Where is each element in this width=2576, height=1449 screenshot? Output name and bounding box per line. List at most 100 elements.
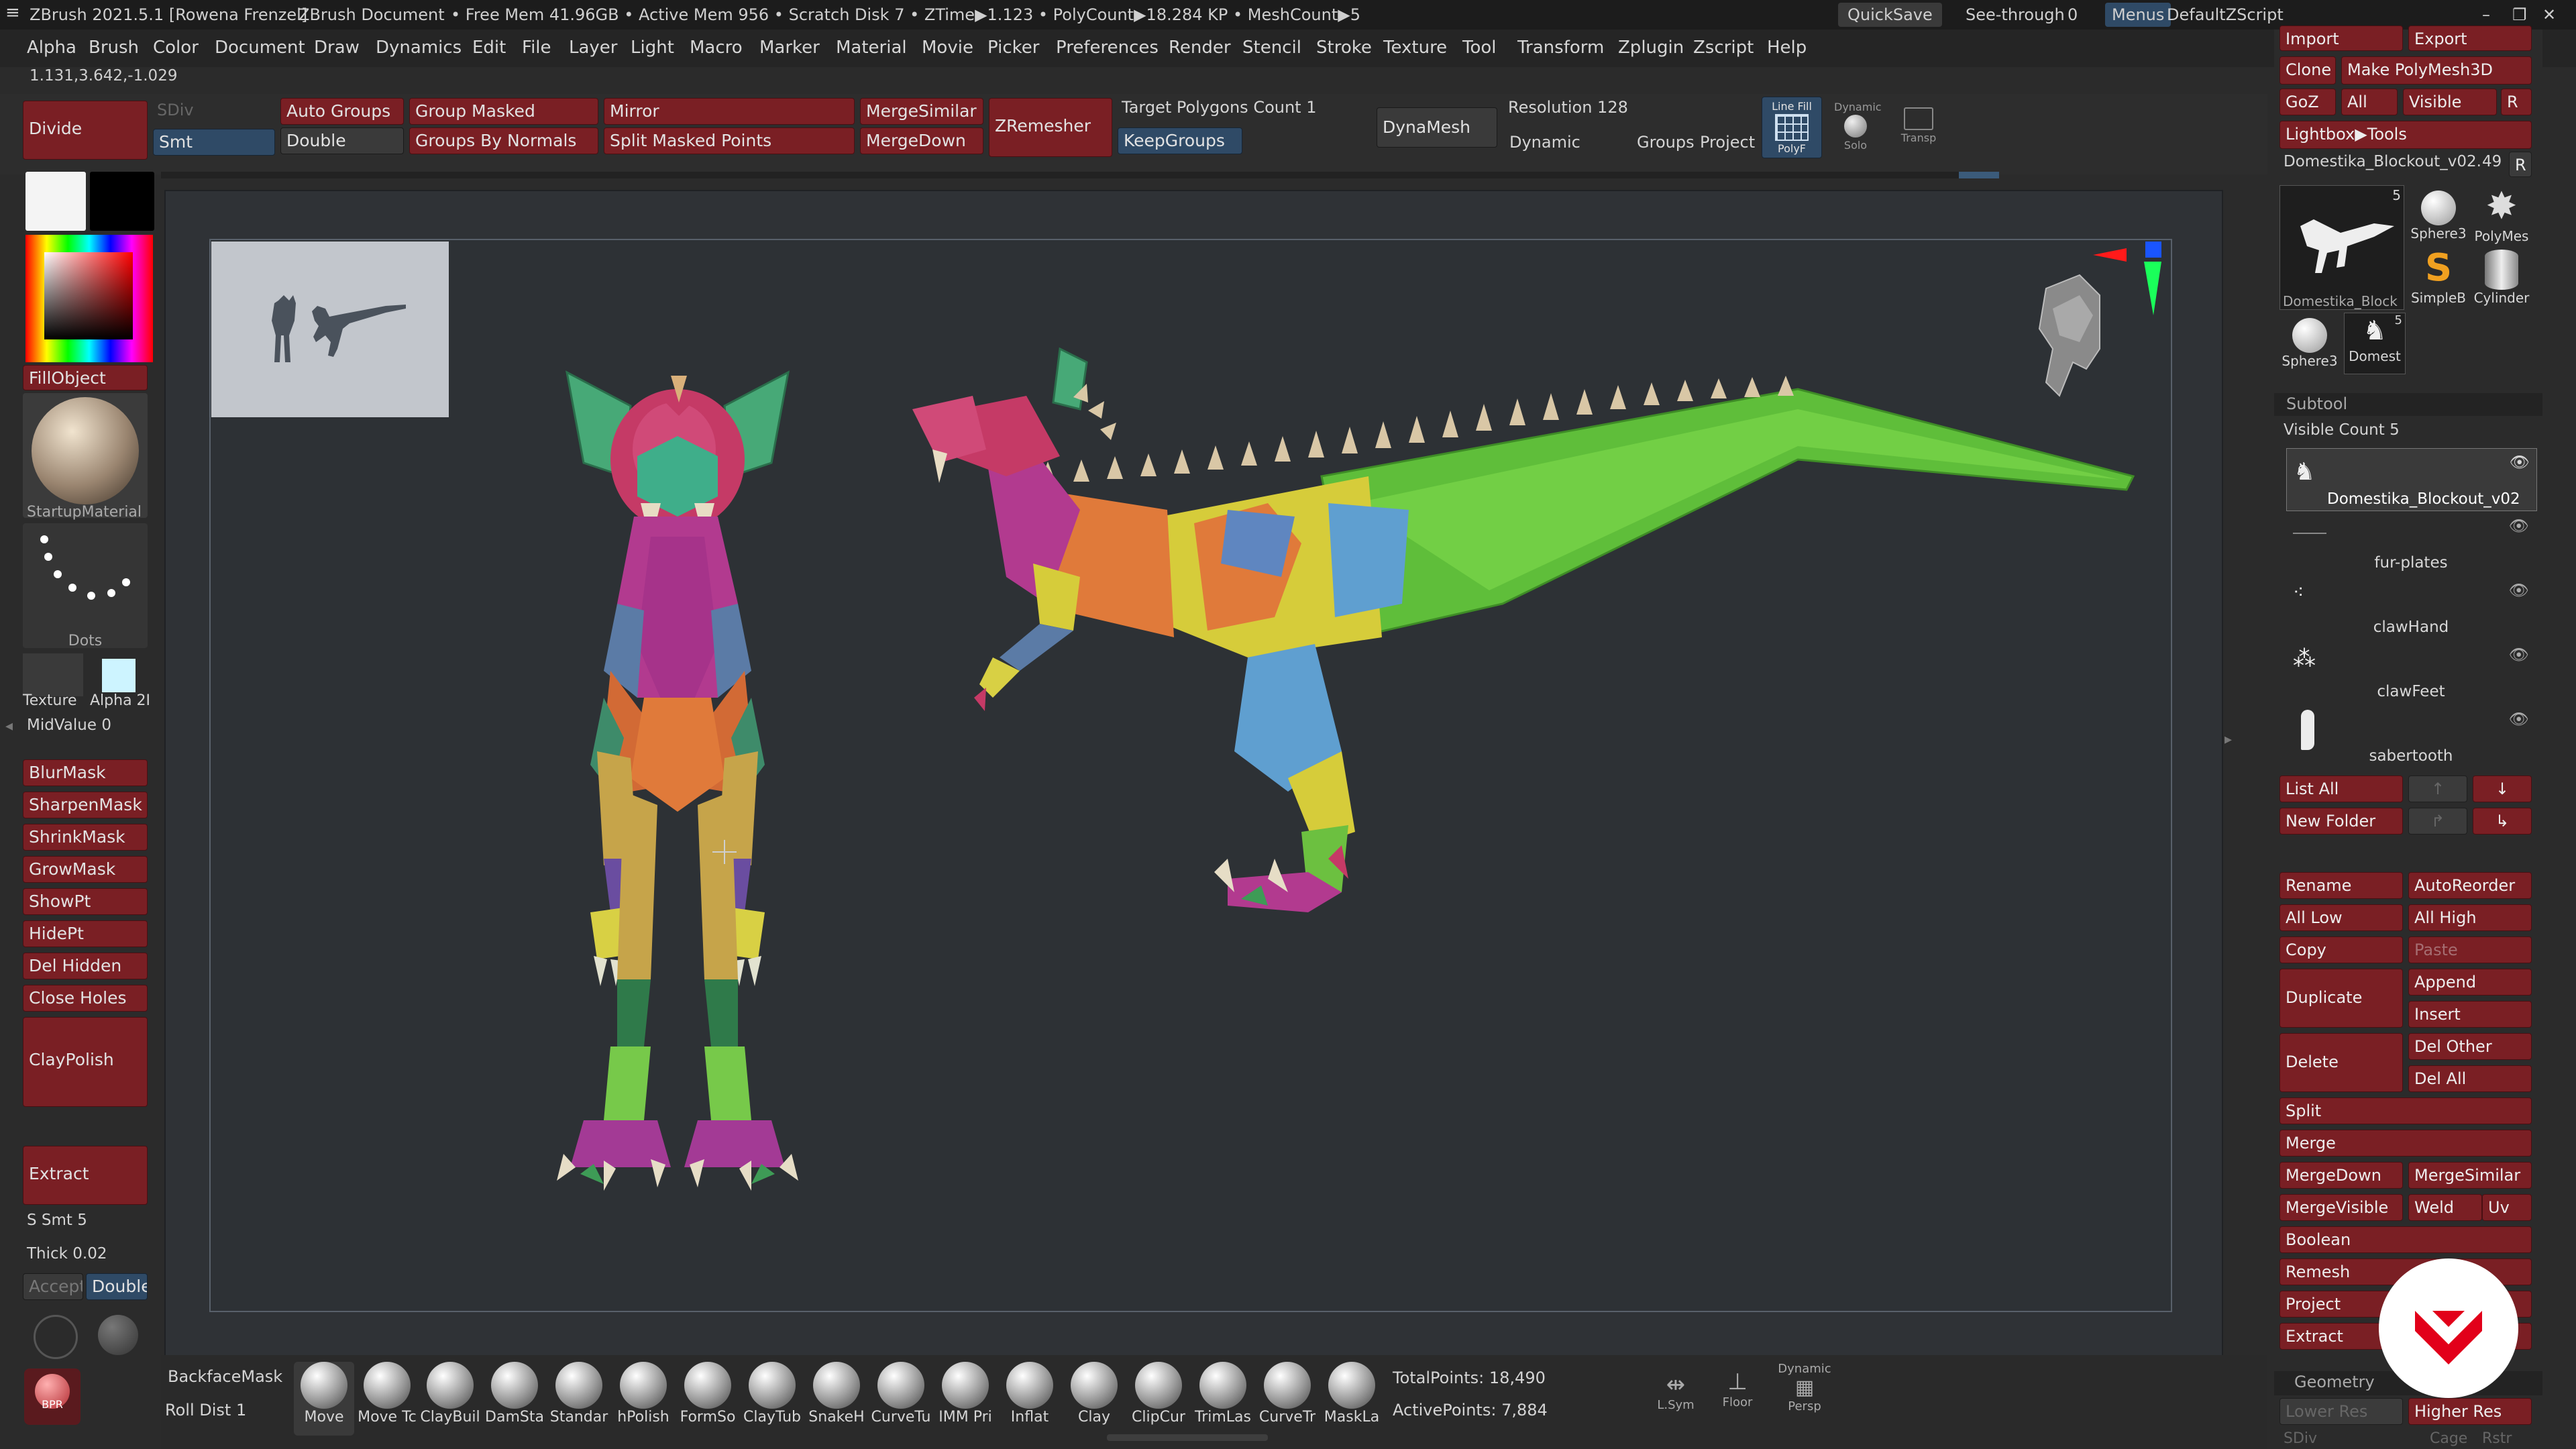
make-polymesh3d-button[interactable]: Make PolyMesh3D	[2341, 56, 2532, 85]
zbrush-logo-icon[interactable]: ≡	[5, 3, 20, 23]
subtool-row[interactable]: 👁 sabertooth	[2286, 706, 2536, 767]
brush-standard[interactable]: Standar	[549, 1362, 609, 1436]
front-view-model[interactable]	[557, 370, 798, 1191]
color-picker-square[interactable]	[44, 252, 133, 339]
menu-brush[interactable]: Brush	[89, 38, 139, 58]
all-low-button[interactable]: All Low	[2279, 904, 2403, 931]
menu-stroke[interactable]: Stroke	[1316, 38, 1372, 58]
menu-picker[interactable]: Picker	[987, 38, 1039, 58]
rstr-button[interactable]: Rstr	[2482, 1430, 2512, 1447]
keep-groups-toggle[interactable]: KeepGroups	[1118, 127, 1242, 154]
left-tray-arrow-icon[interactable]: ◂	[5, 718, 13, 735]
higher-res-button[interactable]: Higher Res	[2408, 1398, 2532, 1425]
material-selector[interactable]: StartupMaterial	[23, 393, 148, 521]
brush-clipcurve[interactable]: ClipCur	[1128, 1362, 1189, 1436]
menu-help[interactable]: Help	[1767, 38, 1807, 58]
stroke-selector[interactable]: Dots	[23, 523, 148, 649]
rename-button[interactable]: Rename	[2279, 872, 2403, 899]
sharpenmask-button[interactable]: SharpenMask	[23, 792, 148, 818]
mirror-button[interactable]: Mirror	[604, 98, 855, 125]
split-section[interactable]: Split	[2279, 1097, 2532, 1124]
new-folder-button[interactable]: New Folder	[2279, 808, 2403, 835]
menu-material[interactable]: Material	[836, 38, 907, 58]
eye-icon[interactable]: 👁	[2510, 453, 2530, 472]
uv-toggle[interactable]: Uv	[2482, 1194, 2532, 1221]
brush-formsoft[interactable]: FormSo	[678, 1362, 738, 1436]
subtool-row-active[interactable]: ♞ 👁 Domestika_Blockout_v02	[2286, 448, 2537, 511]
goz-visible-button[interactable]: Visible	[2403, 89, 2497, 115]
insert-button[interactable]: Insert	[2408, 1001, 2532, 1028]
claypolish-button[interactable]: ClayPolish	[23, 1017, 148, 1107]
visible-count-slider[interactable]: Visible Count 5	[2284, 421, 2400, 439]
menu-zscript[interactable]: Zscript	[1693, 38, 1754, 58]
menu-stencil[interactable]: Stencil	[1242, 38, 1301, 58]
alpha-selector[interactable]	[102, 659, 136, 692]
zremesher-button[interactable]: ZRemesher	[989, 98, 1112, 157]
import-button[interactable]: Import	[2279, 25, 2403, 51]
menu-light[interactable]: Light	[631, 38, 674, 58]
menu-marker[interactable]: Marker	[759, 38, 820, 58]
subtool-header[interactable]: Subtool	[2274, 393, 2542, 416]
menu-render[interactable]: Render	[1169, 38, 1231, 58]
showpt-button[interactable]: ShowPt	[23, 888, 148, 915]
quicksave-button[interactable]: QuickSave	[1838, 3, 1942, 27]
boolean-section[interactable]: Boolean	[2279, 1226, 2532, 1253]
brush-snakehook[interactable]: SnakeH	[806, 1362, 867, 1436]
brush-move-topological[interactable]: Move Tc	[357, 1362, 417, 1436]
merge-visible-button[interactable]: MergeVisible	[2279, 1194, 2403, 1221]
tool-thumb-polymesh[interactable]: ✸ PolyMes	[2471, 185, 2532, 246]
divide-button[interactable]: Divide	[23, 101, 148, 160]
brush-damstandard[interactable]: DamSta	[484, 1362, 545, 1436]
blurmask-button[interactable]: BlurMask	[23, 759, 148, 786]
all-high-button[interactable]: All High	[2408, 904, 2532, 931]
lower-res-button[interactable]: Lower Res	[2279, 1398, 2403, 1425]
smt-toggle[interactable]: Smt	[153, 129, 275, 156]
floor-button[interactable]: ⊥ Floor	[1712, 1368, 1763, 1409]
eye-icon[interactable]: 👁	[2509, 581, 2529, 600]
menu-layer[interactable]: Layer	[569, 38, 618, 58]
groups-by-normals-button[interactable]: Groups By Normals	[409, 127, 598, 154]
copy-button[interactable]: Copy	[2279, 936, 2403, 963]
merge-section[interactable]: Merge	[2279, 1130, 2532, 1157]
del-hidden-button[interactable]: Del Hidden	[23, 953, 148, 979]
group-masked-button[interactable]: Group Masked	[409, 98, 598, 125]
lightbox-icon[interactable]	[34, 1315, 78, 1359]
brush-move[interactable]: Move	[294, 1362, 354, 1436]
brush-imm-primitives[interactable]: IMM Pri	[935, 1362, 996, 1436]
target-polygons-label[interactable]: Target Polygons Count 1	[1122, 98, 1317, 117]
menu-document[interactable]: Document	[215, 38, 305, 58]
clone-button[interactable]: Clone	[2279, 56, 2336, 85]
menu-alpha[interactable]: Alpha	[27, 38, 76, 58]
menu-draw[interactable]: Draw	[314, 38, 360, 58]
backface-mask-toggle[interactable]: BackfaceMask	[168, 1367, 282, 1386]
toolbar-scroll-thumb[interactable]	[1959, 172, 1999, 178]
color-picker[interactable]	[25, 235, 153, 362]
eye-icon[interactable]: 👁	[2509, 645, 2529, 664]
close-holes-button[interactable]: Close Holes	[23, 985, 148, 1012]
brush-claybuildup[interactable]: ClayBuil	[420, 1362, 480, 1436]
midvalue-slider[interactable]: MidValue 0	[27, 716, 111, 734]
fill-object-button[interactable]: FillObject	[23, 365, 148, 390]
append-button[interactable]: Append	[2408, 969, 2532, 996]
move-folder-up-icon[interactable]: ↱	[2408, 808, 2467, 835]
merge-down-button[interactable]: MergeDown	[860, 127, 983, 154]
auto-groups-button[interactable]: Auto Groups	[280, 98, 404, 125]
minimize-icon[interactable]: –	[2482, 5, 2490, 24]
menu-zplugin[interactable]: Zplugin	[1618, 38, 1684, 58]
brush-curvetriangle[interactable]: CurveTr	[1257, 1362, 1318, 1436]
autoreorder-button[interactable]: AutoReorder	[2408, 872, 2532, 899]
menu-preferences[interactable]: Preferences	[1056, 38, 1159, 58]
solo-button[interactable]: Dynamic Solo	[1834, 101, 1882, 152]
tool-r-button[interactable]: R	[2509, 152, 2532, 177]
sculpt-mesh[interactable]	[402, 322, 2160, 1221]
hidept-button[interactable]: HidePt	[23, 920, 148, 947]
double-button[interactable]: Double	[280, 127, 404, 154]
dynamic-toggle[interactable]: Dynamic	[1509, 133, 1580, 152]
paste-button[interactable]: Paste	[2408, 936, 2532, 963]
delete-button[interactable]: Delete	[2279, 1033, 2403, 1092]
seethrough-value[interactable]: 0	[2068, 5, 2078, 24]
subtool-row[interactable]: 👁 fur-plates	[2286, 513, 2536, 574]
menus-button[interactable]: Menus	[2105, 3, 2171, 27]
menu-texture[interactable]: Texture	[1383, 38, 1447, 58]
menu-dynamics[interactable]: Dynamics	[376, 38, 462, 58]
